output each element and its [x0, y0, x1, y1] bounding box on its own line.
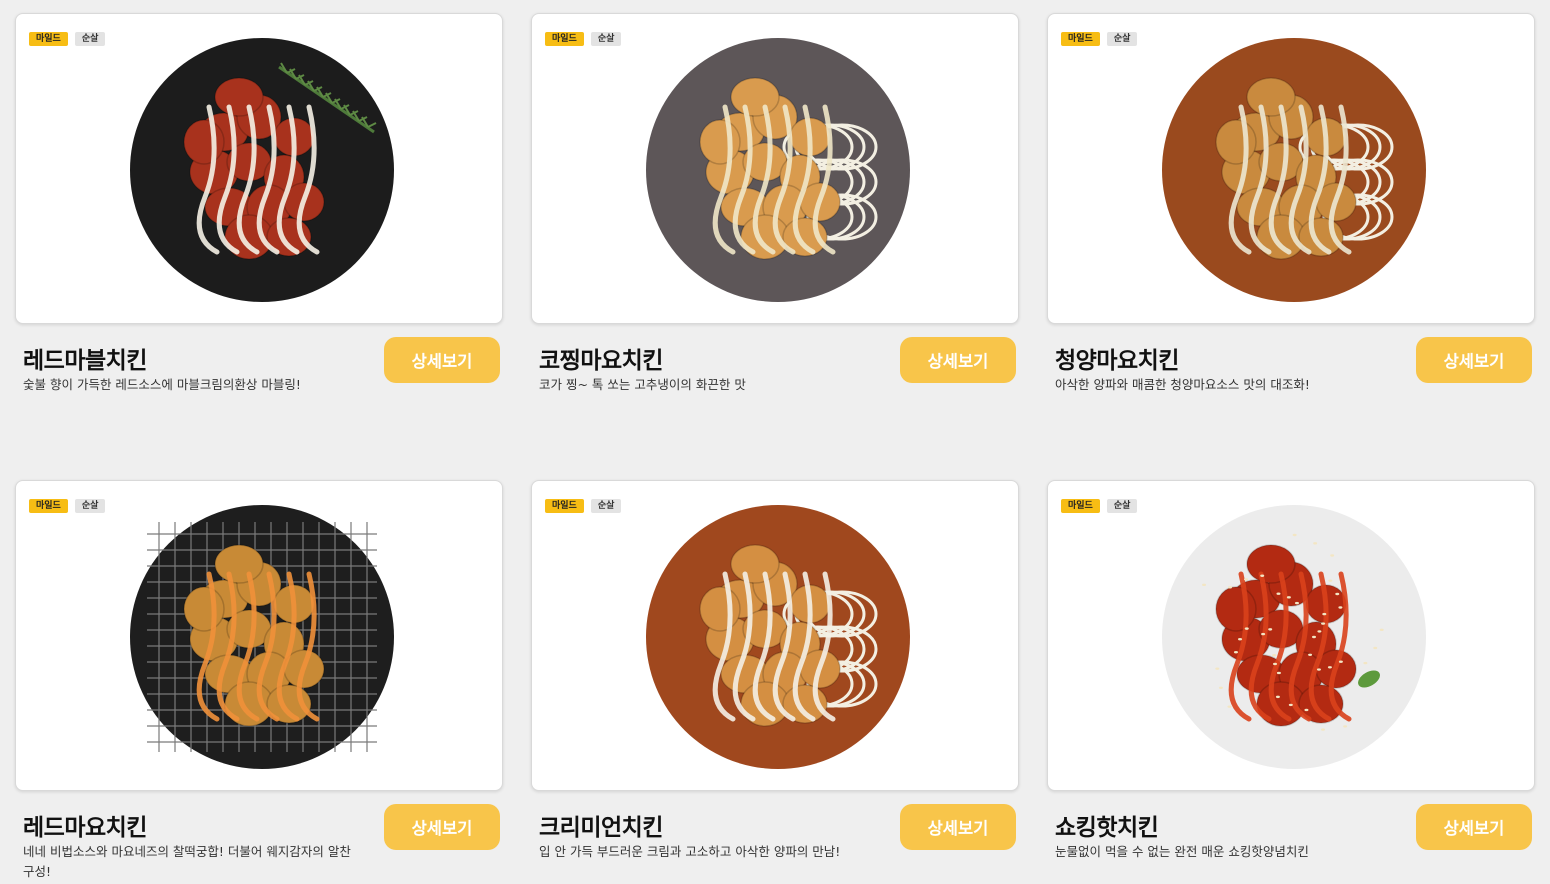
detail-button[interactable]: 상세보기: [1416, 337, 1532, 383]
type-tag: 순살: [590, 499, 622, 513]
menu-name: 레드마요치킨: [23, 815, 147, 841]
detail-button[interactable]: 상세보기: [384, 804, 500, 850]
menu-description: 아삭한 양파와 매콤한 청양마요소스 맛의 대조화!: [1055, 377, 1310, 392]
tag-list: 마일드 순살: [545, 499, 622, 513]
menu-card[interactable]: 마일드 순살: [1047, 13, 1535, 324]
food-image: [645, 504, 911, 770]
menu-card[interactable]: 마일드 순살: [15, 13, 503, 324]
plate-illustration: [1162, 38, 1426, 302]
spice-tag: 마일드: [1061, 32, 1100, 46]
type-tag: 순살: [1106, 32, 1138, 46]
food-image: [1161, 37, 1427, 303]
menu-name: 코찡마요치킨: [539, 348, 663, 374]
detail-button[interactable]: 상세보기: [900, 804, 1016, 850]
menu-card[interactable]: 마일드 순살: [531, 13, 1019, 324]
tag-list: 마일드 순살: [29, 32, 106, 46]
food-image: [129, 504, 395, 770]
menu-name: 레드마블치킨: [23, 348, 147, 374]
type-tag: 순살: [74, 32, 106, 46]
food-image: [1161, 504, 1427, 770]
type-tag: 순살: [74, 499, 106, 513]
food-image: [645, 37, 911, 303]
type-tag: 순살: [1106, 499, 1138, 513]
menu-description: 눈물없이 먹을 수 없는 완전 매운 쇼킹핫양념치킨: [1055, 844, 1309, 859]
detail-button[interactable]: 상세보기: [900, 337, 1016, 383]
menu-grid: 마일드 순살 레드마블치킨 숯불 향이 가득한 레드소스에 마블크림의환상 마블…: [0, 0, 1550, 884]
spice-tag: 마일드: [545, 32, 584, 46]
detail-button[interactable]: 상세보기: [1416, 804, 1532, 850]
plate-illustration: [646, 38, 910, 302]
menu-name: 청양마요치킨: [1055, 348, 1179, 374]
tag-list: 마일드 순살: [545, 32, 622, 46]
spice-tag: 마일드: [1061, 499, 1100, 513]
menu-card[interactable]: 마일드 순살: [15, 480, 503, 791]
menu-card[interactable]: 마일드 순살: [1047, 480, 1535, 791]
food-image: [129, 37, 395, 303]
plate-illustration: [130, 505, 394, 769]
type-tag: 순살: [590, 32, 622, 46]
spice-tag: 마일드: [29, 499, 68, 513]
menu-description: 코가 찡~ 톡 쏘는 고추냉이의 화끈한 맛: [539, 377, 746, 392]
plate-illustration: [130, 38, 394, 302]
spice-tag: 마일드: [545, 499, 584, 513]
menu-description: 네네 비법소스와 마요네즈의 찰떡궁합! 더불어 웨지감자의 알찬구성!: [23, 844, 351, 879]
menu-name: 쇼킹핫치킨: [1055, 815, 1159, 841]
menu-card[interactable]: 마일드 순살: [531, 480, 1019, 791]
menu-description: 입 안 가득 부드러운 크림과 고소하고 아삭한 양파의 만남!: [539, 844, 841, 859]
tag-list: 마일드 순살: [1061, 499, 1138, 513]
menu-description: 숯불 향이 가득한 레드소스에 마블크림의환상 마블링!: [23, 377, 301, 392]
tag-list: 마일드 순살: [29, 499, 106, 513]
plate-illustration: [1162, 505, 1426, 769]
tag-list: 마일드 순살: [1061, 32, 1138, 46]
detail-button[interactable]: 상세보기: [384, 337, 500, 383]
menu-name: 크리미언치킨: [539, 815, 663, 841]
plate-illustration: [646, 505, 910, 769]
spice-tag: 마일드: [29, 32, 68, 46]
